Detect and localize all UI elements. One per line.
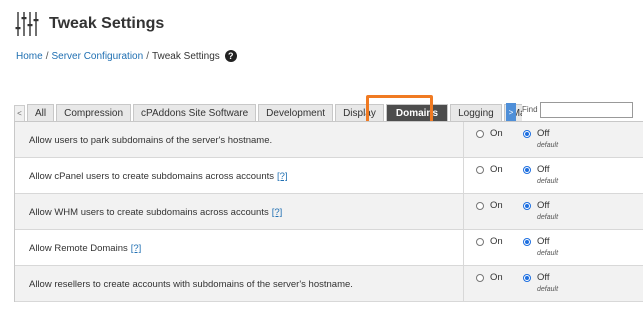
setting-row: Allow Remote Domains [?] On Off default — [15, 230, 643, 266]
setting-row: Allow cPanel users to create subdomains … — [15, 158, 643, 194]
setting-controls: On Off default — [463, 194, 643, 229]
setting-controls: On Off default — [463, 230, 643, 265]
radio-button-checked[interactable] — [523, 129, 531, 138]
tab-cpaddons-site-software[interactable]: cPAddons Site Software — [133, 104, 257, 122]
radio-off-label: Off — [537, 200, 550, 211]
default-note: default — [537, 250, 559, 257]
setting-label: Allow Remote Domains [?] — [15, 230, 463, 265]
breadcrumb-current: Tweak Settings — [151, 50, 220, 62]
radio-off-option[interactable]: Off — [523, 200, 550, 211]
setting-row: Allow WHM users to create subdomains acr… — [15, 194, 643, 230]
tab-list: All Compression cPAddons Site Software D… — [27, 104, 522, 122]
tab-all[interactable]: All — [27, 104, 55, 122]
radio-on-label: On — [490, 236, 503, 247]
setting-controls: On Off default — [463, 266, 643, 301]
radio-button-checked[interactable] — [523, 165, 531, 174]
setting-label-text: Allow resellers to create accounts with … — [29, 279, 353, 290]
radio-button[interactable] — [476, 129, 484, 138]
radio-off-label: Off — [537, 272, 550, 283]
tab-logging[interactable]: Logging — [450, 104, 502, 122]
breadcrumb-separator: / — [45, 50, 49, 62]
radio-on-option[interactable]: On — [476, 128, 503, 139]
radio-on-label: On — [490, 164, 503, 175]
setting-controls: On Off default — [463, 122, 643, 157]
radio-off-option[interactable]: Off — [523, 272, 550, 283]
radio-button[interactable] — [476, 201, 484, 210]
find-input[interactable] — [540, 102, 633, 118]
radio-off-option[interactable]: Off — [523, 128, 550, 139]
setting-label: Allow users to park subdomains of the se… — [15, 122, 463, 157]
radio-button[interactable] — [476, 165, 484, 174]
radio-button-checked[interactable] — [523, 237, 531, 246]
tab-display[interactable]: Display — [335, 104, 384, 122]
breadcrumb-home-link[interactable]: Home — [16, 51, 43, 62]
breadcrumb: Home / Server Configuration / Tweak Sett… — [16, 50, 237, 62]
breadcrumb-server-configuration-link[interactable]: Server Configuration — [51, 51, 143, 62]
radio-off-label: Off — [537, 128, 550, 139]
radio-button-checked[interactable] — [523, 201, 531, 210]
tab-scroll-left-button[interactable]: < — [14, 105, 25, 122]
setting-controls: On Off default — [463, 158, 643, 193]
radio-off-option[interactable]: Off — [523, 236, 550, 247]
radio-on-label: On — [490, 272, 503, 283]
tab-compression[interactable]: Compression — [56, 104, 132, 122]
tab-scroll-right-button[interactable]: > — [506, 103, 516, 121]
help-hint-link[interactable]: [?] — [277, 171, 288, 182]
radio-off-label: Off — [537, 164, 550, 175]
radio-button-checked[interactable] — [523, 273, 531, 282]
radio-on-option[interactable]: On — [476, 272, 503, 283]
setting-label: Allow cPanel users to create subdomains … — [15, 158, 463, 193]
setting-label-text: Allow cPanel users to create subdomains … — [29, 171, 275, 182]
default-note: default — [537, 178, 559, 185]
setting-label-text: Allow users to park subdomains of the se… — [29, 135, 273, 146]
find-label: Find — [522, 105, 538, 114]
setting-label-text: Allow WHM users to create subdomains acr… — [29, 207, 269, 218]
radio-on-option[interactable]: On — [476, 200, 503, 211]
radio-off-option[interactable]: Off — [523, 164, 550, 175]
radio-on-label: On — [490, 200, 503, 211]
radio-on-label: On — [490, 128, 503, 139]
settings-table: Allow users to park subdomains of the se… — [14, 121, 643, 302]
sliders-icon — [15, 12, 39, 36]
setting-label-text: Allow Remote Domains — [29, 243, 128, 254]
tab-bar: < All Compression cPAddons Site Software… — [14, 102, 643, 122]
radio-on-option[interactable]: On — [476, 236, 503, 247]
question-circle-icon[interactable]: ? — [224, 50, 237, 62]
radio-button[interactable] — [476, 273, 484, 282]
breadcrumb-separator: / — [146, 50, 149, 62]
help-hint-link[interactable]: [?] — [131, 243, 142, 254]
tab-domains[interactable]: Domains — [385, 104, 449, 122]
default-note: default — [537, 142, 559, 149]
setting-row: Allow resellers to create accounts with … — [15, 266, 643, 302]
tab-development[interactable]: Development — [258, 104, 334, 122]
radio-off-label: Off — [537, 236, 550, 247]
setting-row: Allow users to park subdomains of the se… — [15, 122, 643, 158]
page-header: Tweak Settings — [15, 10, 164, 38]
radio-on-option[interactable]: On — [476, 164, 503, 175]
setting-label: Allow WHM users to create subdomains acr… — [15, 194, 463, 229]
default-note: default — [537, 286, 559, 293]
help-hint-link[interactable]: [?] — [272, 207, 283, 218]
default-note: default — [537, 214, 559, 221]
radio-button[interactable] — [476, 237, 484, 246]
setting-label: Allow resellers to create accounts with … — [15, 266, 463, 301]
page-title: Tweak Settings — [49, 15, 165, 32]
